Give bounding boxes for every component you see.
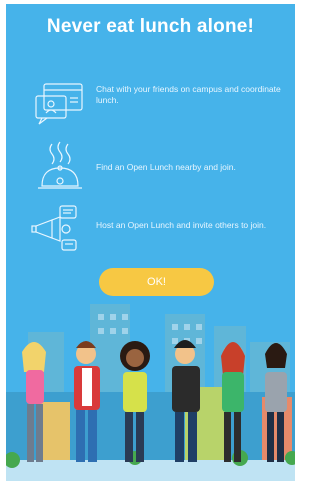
feature-host-text: Host an Open Lunch and invite others to … xyxy=(96,220,267,230)
feature-host: Host an Open Lunch and invite others to … xyxy=(30,202,280,262)
chat-icon xyxy=(35,83,83,125)
feature-find: Find an Open Lunch nearby and join. xyxy=(30,140,280,200)
onboarding-screen: Never eat lunch alone! Chat with your fr… xyxy=(0,0,301,487)
feature-chat: Chat with your friends on campus and coo… xyxy=(30,78,281,138)
city-students-illustration xyxy=(0,304,301,487)
food-cloche-icon xyxy=(38,141,82,189)
megaphone-icon xyxy=(31,205,77,251)
feature-chat-text: Chat with your friends on campus and coo… xyxy=(96,84,281,105)
page-title: Never eat lunch alone! xyxy=(46,16,255,37)
feature-find-text: Find an Open Lunch nearby and join. xyxy=(96,162,236,172)
